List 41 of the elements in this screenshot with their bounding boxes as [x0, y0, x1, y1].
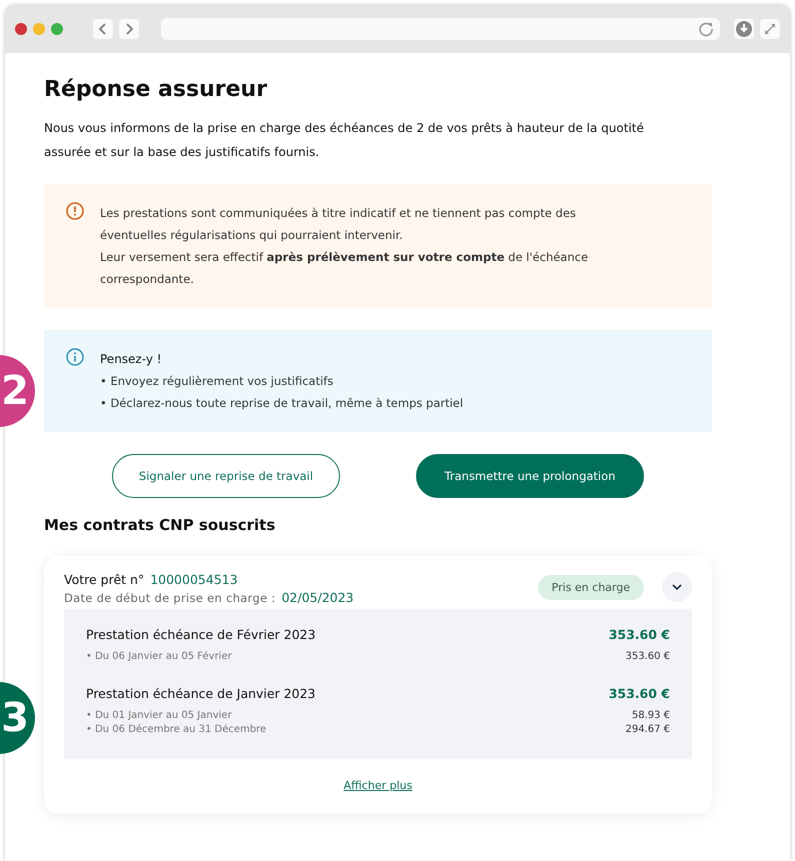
period-label: • Du 01 Janvier au 05 Janvier: [86, 709, 232, 723]
info-icon: [66, 348, 84, 366]
status-badge: Pris en charge: [538, 574, 644, 600]
chevron-button[interactable]: [662, 572, 692, 602]
fullscreen-button[interactable]: [760, 19, 780, 39]
action-button[interactable]: Transmettre une prolongation: [416, 454, 644, 498]
warning-icon: [66, 202, 84, 220]
benefit-title: Prestation échéance de Février 2023: [86, 627, 316, 642]
chevron-left-icon: [98, 23, 108, 35]
notice-text: Les prestations sont communiquées à titre indicatif et ne tiennent pas compte des éventuelles régularisations qui pourraient intervenir.: [100, 205, 577, 244]
period-label: • Du 06 Décembre au 31 Décembre: [86, 723, 266, 737]
chevron-down-icon: [672, 584, 682, 590]
maximize-icon[interactable]: [51, 23, 63, 35]
benefit-amount: 353.60 €: [608, 686, 670, 701]
chevron-right-icon: [124, 23, 134, 35]
intro-text: Nous vous informons de la prise en charge des échéances de 2 de vos prêts à hauteur de la quotité assurée et sur la base des justificatifs fournis.: [44, 120, 645, 161]
period-amount: 58.93 €: [632, 709, 670, 723]
period-label: • Du 06 Janvier au 05 Février: [86, 650, 232, 664]
reload-icon[interactable]: [698, 21, 714, 37]
notice-text: Leur versement sera effectif après prélèvement sur votre compte de l'échéance correspondante.: [100, 249, 590, 288]
show-more-link[interactable]: Afficher plus: [344, 779, 412, 792]
expand-icon: [764, 23, 776, 35]
notice-text: • Envoyez régulièrement vos justificatifs: [100, 373, 334, 390]
loan-number: 10000054513: [150, 572, 238, 587]
notice-text: • Déclarez-nous toute reprise de travail, même à temps partiel: [100, 395, 464, 412]
close-icon[interactable]: [15, 23, 27, 35]
loan-label: Votre prêt n°: [64, 572, 144, 587]
section-heading: Mes contrats CNP souscrits: [44, 516, 276, 534]
start-label: Date de début de prise en charge :: [64, 591, 276, 605]
period-amount: 294.67 €: [625, 723, 670, 737]
benefit-amount: 353.60 €: [608, 627, 670, 642]
download-button[interactable]: [734, 19, 754, 39]
download-icon: [736, 21, 752, 37]
notice-title: Pensez-y !: [100, 351, 163, 368]
forward-button[interactable]: [119, 19, 139, 39]
back-button[interactable]: [93, 19, 113, 39]
start-date: 02/05/2023: [282, 590, 354, 605]
period-amount: 353.60 €: [625, 650, 670, 664]
page-title: Réponse assureur: [44, 77, 268, 102]
action-button[interactable]: Signaler une reprise de travail: [112, 454, 340, 498]
benefit-title: Prestation échéance de Janvier 2023: [86, 686, 316, 701]
